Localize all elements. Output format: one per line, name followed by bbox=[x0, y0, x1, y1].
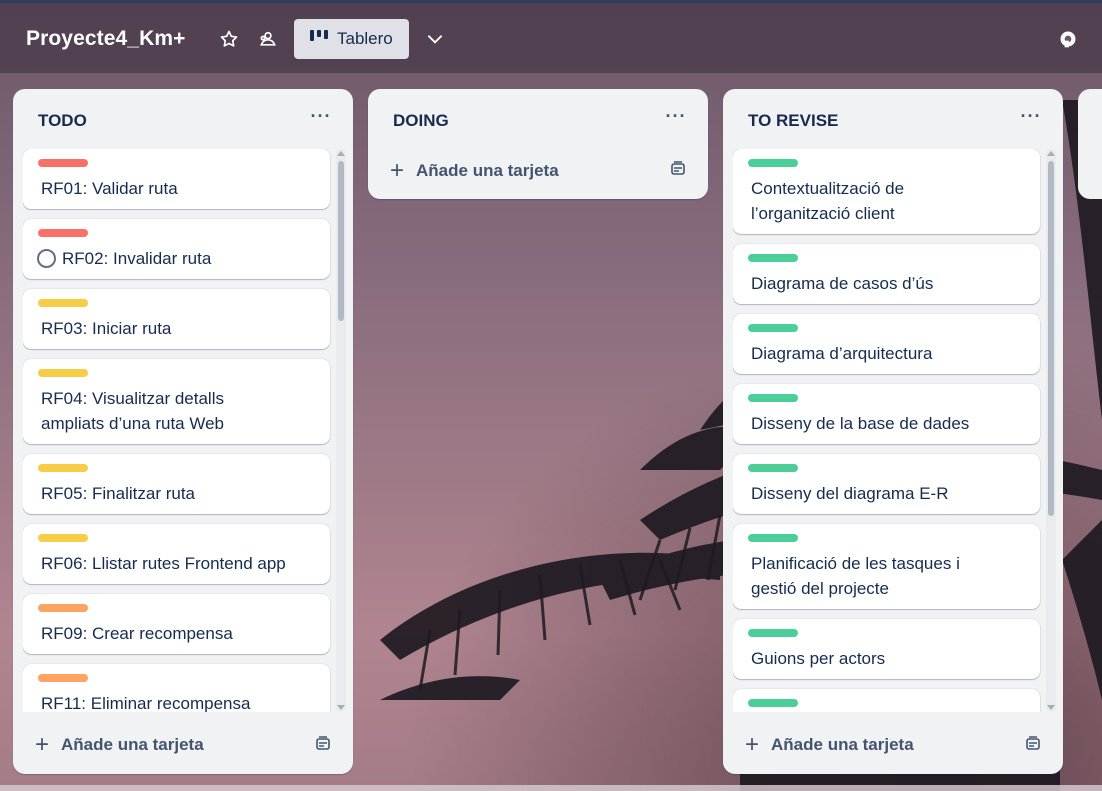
card[interactable]: Planificació de les tasques i gestió del… bbox=[733, 524, 1040, 609]
add-card-label: Añade una tarjeta bbox=[771, 735, 914, 754]
card-title: RF06: Llistar rutes Frontend app bbox=[41, 554, 286, 573]
card-list: Contextualització de l’organització clie… bbox=[733, 149, 1053, 712]
card-label[interactable] bbox=[748, 629, 798, 637]
card[interactable]: Guions per actors bbox=[733, 619, 1040, 679]
card-label[interactable] bbox=[38, 464, 88, 472]
list-partial[interactable] bbox=[1078, 89, 1102, 199]
card-title: RF11: Eliminar recompensa bbox=[41, 694, 251, 712]
power-up-icon[interactable] bbox=[1052, 23, 1084, 55]
scrollbar-thumb[interactable] bbox=[338, 161, 344, 321]
card[interactable]: RF11: Eliminar recompensa bbox=[23, 664, 330, 712]
board-view-button[interactable]: Tablero bbox=[294, 19, 409, 59]
plus-icon: + bbox=[35, 731, 50, 758]
card-label[interactable] bbox=[38, 604, 88, 612]
horizontal-scrollbar[interactable] bbox=[0, 785, 1102, 791]
add-card-label: Añade una tarjeta bbox=[61, 735, 204, 754]
card-title: Disseny del diagrama E-R bbox=[751, 484, 949, 503]
card-label[interactable] bbox=[38, 674, 88, 682]
card-list: RF01: Validar ruta RF02: Invalidar ruta … bbox=[23, 149, 343, 712]
card[interactable]: Contextualització de l’organització clie… bbox=[733, 149, 1040, 234]
card-title: Disseny de la base de dades bbox=[751, 414, 970, 433]
list-title[interactable]: TODO bbox=[38, 111, 87, 131]
card[interactable]: Diagrama de casos d’ús bbox=[733, 244, 1040, 304]
chevron-down-icon[interactable] bbox=[419, 23, 451, 55]
card[interactable]: Diagrama d’arquitectura bbox=[733, 314, 1040, 374]
card-title: Contextualització de l’organització clie… bbox=[751, 179, 905, 223]
list-scrollbar[interactable] bbox=[1046, 149, 1056, 712]
card[interactable]: RF02: Invalidar ruta bbox=[23, 219, 330, 279]
card[interactable]: Disseny del diagrama E-R bbox=[733, 454, 1040, 514]
card[interactable] bbox=[733, 689, 1040, 712]
card[interactable]: Disseny de la base de dades bbox=[733, 384, 1040, 444]
card-title: Diagrama d’arquitectura bbox=[751, 344, 933, 363]
list-doing: DOING ··· + Añade una tarjeta bbox=[368, 89, 708, 199]
list-scrollbar[interactable] bbox=[336, 149, 346, 712]
card-title: RF01: Validar ruta bbox=[41, 179, 178, 198]
list-todo: TODO ··· RF01: Validar ruta RF02: Invali… bbox=[13, 89, 353, 774]
card-title: RF03: Iniciar ruta bbox=[41, 319, 172, 338]
card-title-row: RF02: Invalidar ruta bbox=[37, 246, 316, 271]
card-label[interactable] bbox=[748, 464, 798, 472]
board-header: Proyecte4_Km+ Tablero bbox=[0, 3, 1102, 73]
card[interactable]: RF06: Llistar rutes Frontend app bbox=[23, 524, 330, 584]
card-label[interactable] bbox=[748, 159, 798, 167]
plus-icon: + bbox=[390, 157, 405, 184]
more-horizontal-icon[interactable]: ··· bbox=[664, 107, 688, 129]
card-label[interactable] bbox=[38, 369, 88, 377]
board-view-label: Tablero bbox=[337, 29, 393, 48]
list-title[interactable]: DOING bbox=[393, 111, 449, 131]
card-title: Planificació de les tasques i gestió del… bbox=[751, 554, 960, 598]
card-label[interactable] bbox=[38, 534, 88, 542]
board-title[interactable]: Proyecte4_Km+ bbox=[26, 27, 185, 51]
more-horizontal-icon[interactable]: ··· bbox=[1019, 107, 1043, 129]
add-card-button[interactable]: + Añade una tarjeta bbox=[745, 733, 914, 757]
board-view-icon bbox=[310, 29, 328, 49]
card-template-icon[interactable] bbox=[669, 160, 687, 178]
add-card-button[interactable]: + Añade una tarjeta bbox=[35, 733, 204, 757]
card-label[interactable] bbox=[748, 699, 798, 707]
plus-icon: + bbox=[745, 731, 760, 758]
star-icon[interactable] bbox=[213, 23, 245, 55]
card-title: Diagrama de casos d’ús bbox=[751, 274, 934, 293]
card-label[interactable] bbox=[748, 534, 798, 542]
card[interactable]: RF05: Finalitzar ruta bbox=[23, 454, 330, 514]
card-title: RF05: Finalitzar ruta bbox=[41, 484, 195, 503]
card-label[interactable] bbox=[748, 394, 798, 402]
card-title: RF02: Invalidar ruta bbox=[62, 249, 212, 268]
list-title[interactable]: TO REVISE bbox=[748, 111, 838, 131]
card[interactable]: RF01: Validar ruta bbox=[23, 149, 330, 209]
list-to-revise: TO REVISE ··· Contextualització de l’org… bbox=[723, 89, 1063, 774]
more-horizontal-icon[interactable]: ··· bbox=[309, 107, 333, 129]
card-title: RF09: Crear recompensa bbox=[41, 624, 233, 643]
complete-circle-icon[interactable] bbox=[37, 249, 56, 268]
card[interactable]: RF03: Iniciar ruta bbox=[23, 289, 330, 349]
card-label[interactable] bbox=[38, 159, 88, 167]
card-title: RF04: Visualitzar detalls ampliats d’una… bbox=[41, 389, 225, 433]
card-label[interactable] bbox=[38, 299, 88, 307]
card[interactable]: RF09: Crear recompensa bbox=[23, 594, 330, 654]
card-title: Guions per actors bbox=[751, 649, 886, 668]
scrollbar-thumb[interactable] bbox=[1048, 161, 1054, 516]
workspace-visibility-icon[interactable] bbox=[252, 23, 284, 55]
card-template-icon[interactable] bbox=[314, 735, 332, 753]
add-card-button[interactable]: + Añade una tarjeta bbox=[390, 159, 559, 183]
card-label[interactable] bbox=[38, 229, 88, 237]
add-card-label: Añade una tarjeta bbox=[416, 161, 559, 180]
card-template-icon[interactable] bbox=[1024, 735, 1042, 753]
card-label[interactable] bbox=[748, 254, 798, 262]
card[interactable]: RF04: Visualitzar detalls ampliats d’una… bbox=[23, 359, 330, 444]
card-label[interactable] bbox=[748, 324, 798, 332]
